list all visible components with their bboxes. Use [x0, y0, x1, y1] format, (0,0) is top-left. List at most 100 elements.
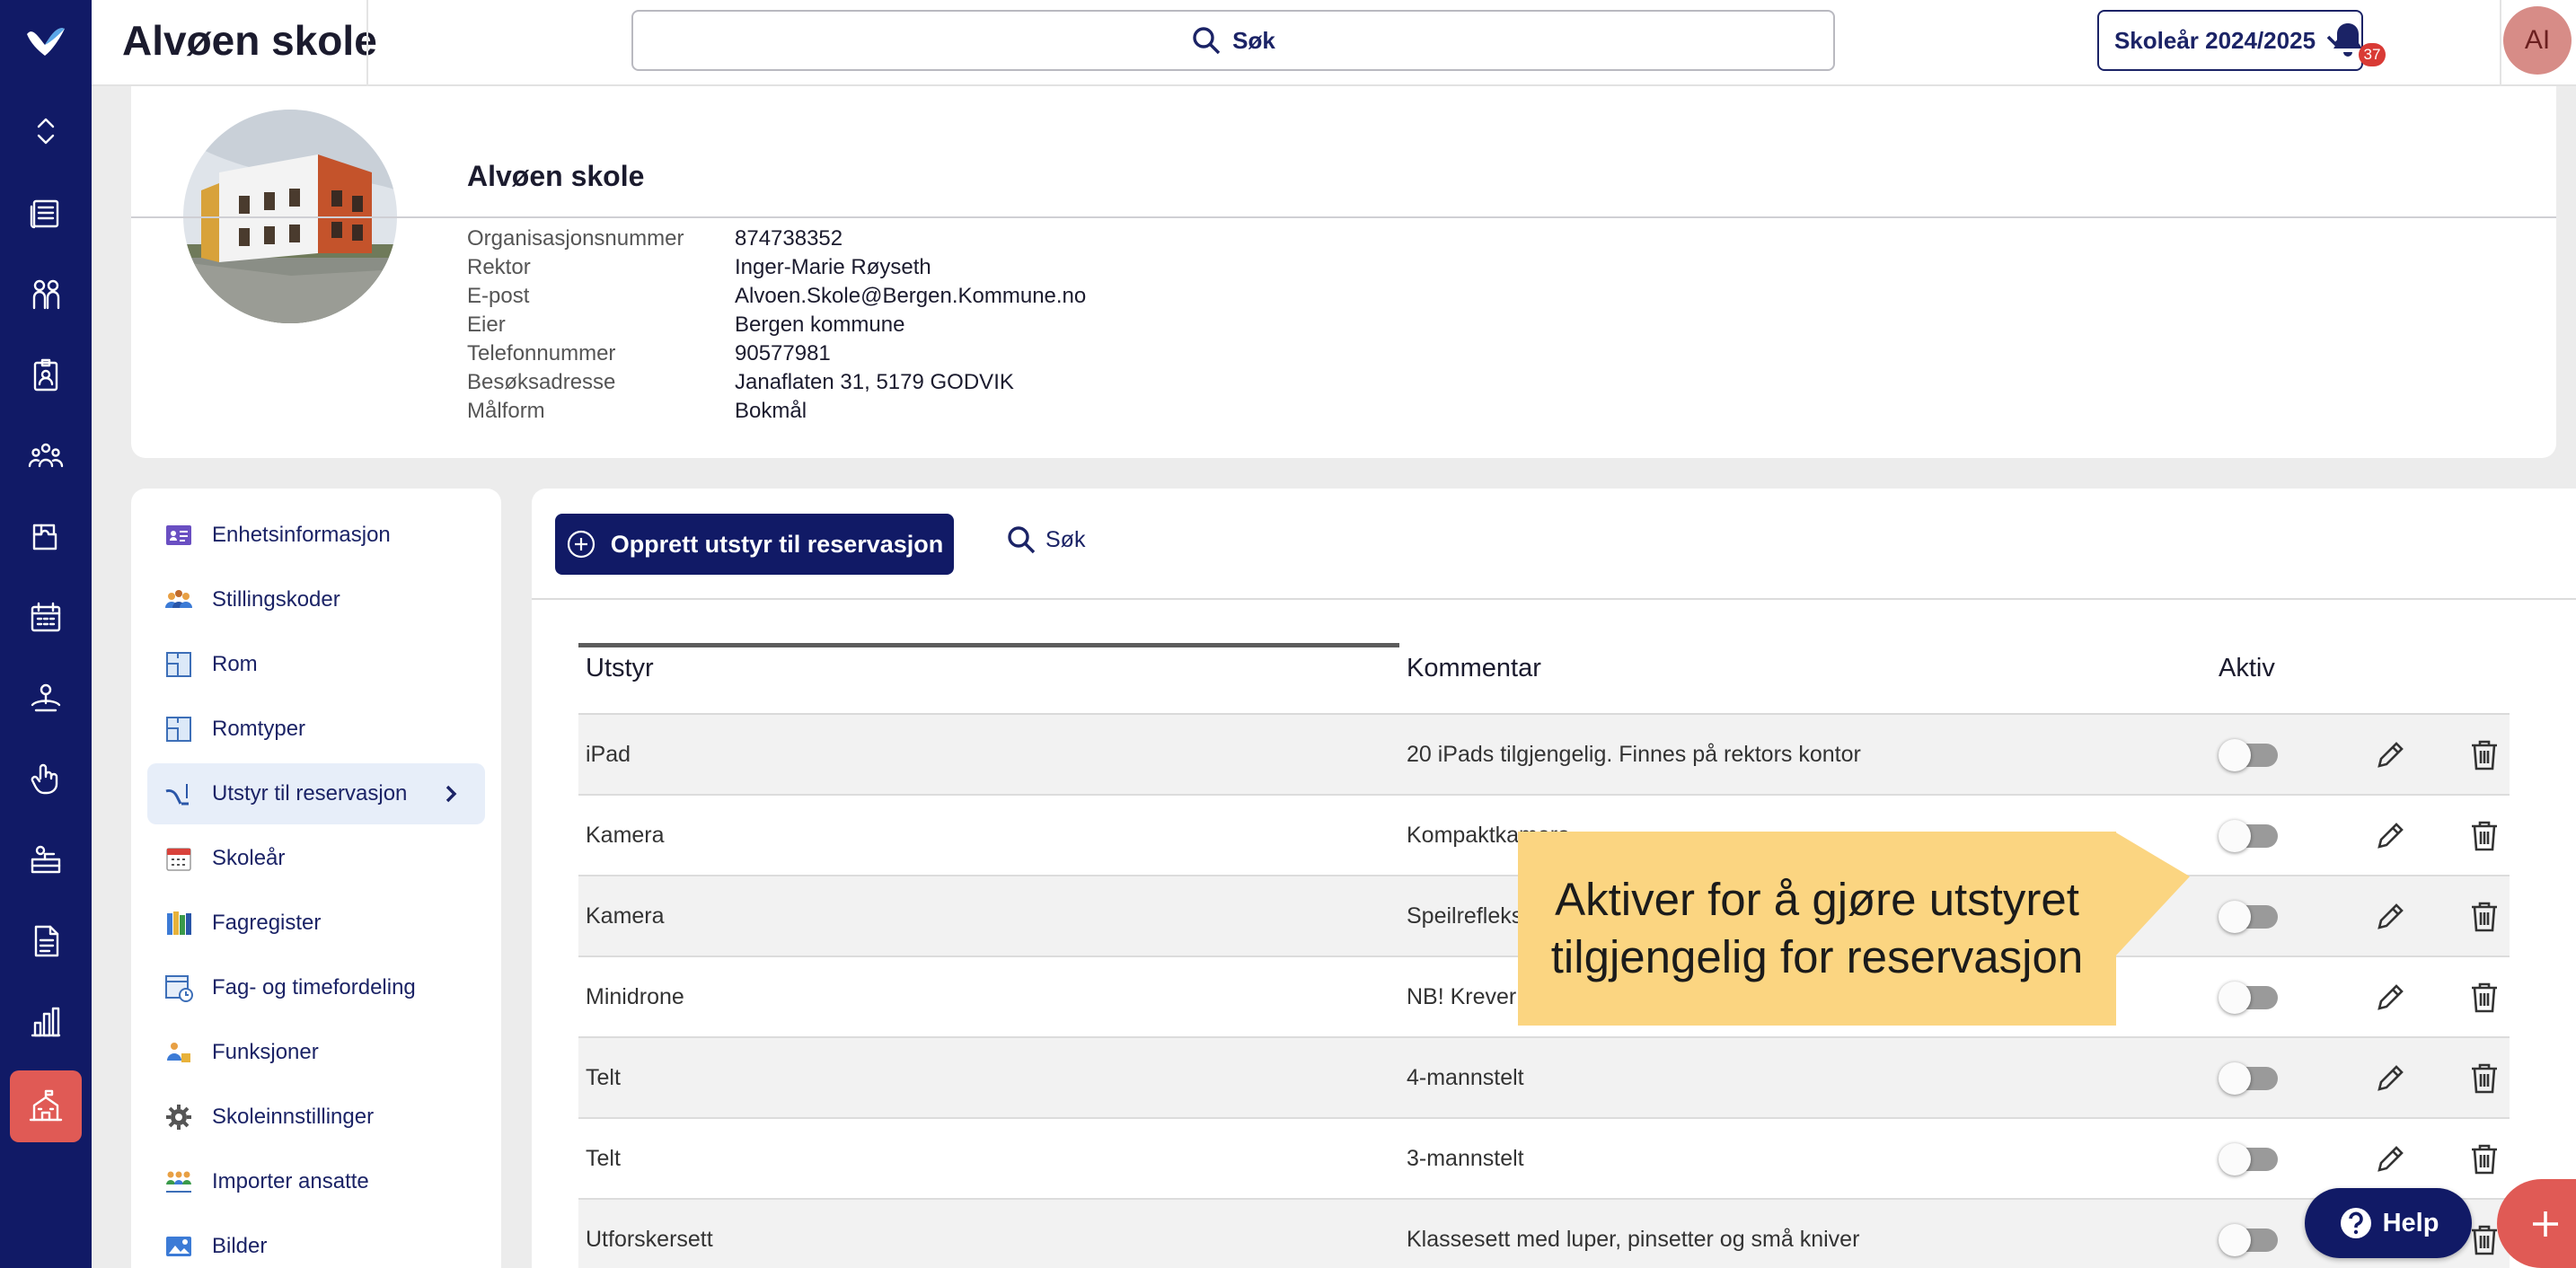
raised-hand-icon[interactable] [24, 758, 67, 801]
info-label: Rektor [467, 255, 531, 279]
divider [2500, 0, 2501, 86]
aktiv-toggle[interactable] [2219, 982, 2278, 1014]
sidenav-item-rom[interactable]: Rom [147, 634, 485, 695]
sidenav-item-label: Stillingskoder [212, 587, 340, 612]
table-row: iPad 20 iPads tilgjengelig. Finnes på re… [578, 715, 2510, 796]
cell-kommentar: Klassesett med luper, pinsetter og små k… [1407, 1227, 1860, 1252]
top-bar: Alvøen skole Søk Skoleår 2024/2025 [92, 0, 2576, 86]
sidenav-item-enhetsinformasjon[interactable]: Enhetsinformasjon [147, 505, 485, 566]
sidenav-item-stillingskoder[interactable]: Stillingskoder [147, 569, 485, 630]
edit-pencil-icon[interactable] [2373, 738, 2407, 772]
info-label: Telefonnummer [467, 341, 616, 365]
equipment-icon [163, 779, 194, 809]
cell-utstyr: Kamera [586, 823, 665, 848]
desk-icon[interactable] [24, 839, 67, 882]
sidenav-item-label: Funksjoner [212, 1040, 319, 1064]
news-icon[interactable] [24, 192, 67, 235]
sidenav-item-label: Utstyr til reservasjon [212, 781, 408, 806]
groups-icon[interactable] [24, 435, 67, 478]
badge-icon[interactable] [24, 354, 67, 397]
search-icon [1008, 526, 1036, 554]
trash-icon[interactable] [2468, 738, 2501, 772]
create-equipment-button[interactable]: Opprett utstyr til reservasjon [555, 514, 954, 575]
toggle-knob [2219, 901, 2251, 933]
sidenav-item-fagregister[interactable]: Fagregister [147, 893, 485, 954]
sidenav-item-utstyr-til-reservasjon[interactable]: Utstyr til reservasjon [147, 763, 485, 824]
info-value: Alvoen.Skole@Bergen.Kommune.no [735, 284, 1087, 308]
toggle-knob [2219, 982, 2251, 1014]
school-icon[interactable] [10, 1070, 82, 1142]
calendar-grid-icon[interactable] [24, 596, 67, 639]
divider [532, 598, 2576, 600]
people-icon[interactable] [24, 273, 67, 316]
tooltip-text-line: tilgjengelig for reservasjon [1550, 931, 2084, 982]
settings-sidenav: Enhetsinformasjon Stillingskoder Rom Rom… [131, 489, 501, 1268]
add-fab-button[interactable] [2497, 1179, 2576, 1268]
cell-kommentar: 4-mannstelt [1407, 1065, 1524, 1090]
global-search-label: Søk [1232, 26, 1275, 54]
help-button[interactable]: Help [2305, 1188, 2472, 1258]
roles-icon [163, 1037, 194, 1068]
aktiv-toggle[interactable] [2219, 820, 2278, 852]
sidenav-item-romtyper[interactable]: Romtyper [147, 699, 485, 760]
aktiv-toggle[interactable] [2219, 1224, 2278, 1256]
document-icon[interactable] [24, 920, 67, 963]
equipment-search-button[interactable]: Søk [1006, 524, 1085, 555]
trash-icon[interactable] [2468, 981, 2501, 1015]
floorplan-icon [163, 714, 194, 744]
sidenav-item-label: Skoleår [212, 846, 286, 870]
info-value: Janaflaten 31, 5179 GODVIK [735, 370, 1014, 394]
cell-utstyr: Kamera [586, 903, 665, 929]
tooltip-pointer [2114, 832, 2190, 957]
puzzle-icon[interactable] [24, 515, 67, 559]
books-icon [163, 908, 194, 938]
table-row: Telt 4-mannstelt [578, 1038, 2510, 1119]
aktiv-toggle[interactable] [2219, 739, 2278, 771]
trash-icon[interactable] [2468, 1061, 2501, 1096]
floorplan-icon [163, 649, 194, 680]
sidenav-item-label: Bilder [212, 1234, 268, 1258]
column-header-kommentar[interactable]: Kommentar [1407, 654, 1541, 683]
info-label: Besøksadresse [467, 370, 616, 394]
column-header-utstyr[interactable]: Utstyr [586, 654, 654, 683]
edit-pencil-icon[interactable] [2373, 981, 2407, 1015]
global-search-input[interactable]: Søk [631, 10, 1835, 71]
search-icon [1193, 27, 1221, 55]
trash-icon[interactable] [2468, 1142, 2501, 1176]
sidenav-item-fag-og-timefordeling[interactable]: Fag- og timefordeling [147, 957, 485, 1018]
tooltip-text-line: Aktiver for å gjøre utstyret [1555, 874, 2079, 925]
sidenav-item-skoleinnstillinger[interactable]: Skoleinnstillinger [147, 1087, 485, 1148]
info-value: Bergen kommune [735, 313, 905, 337]
sidenav-item-funksjoner[interactable]: Funksjoner [147, 1022, 485, 1083]
sidenav-item-importer-ansatte[interactable]: Importer ansatte [147, 1151, 485, 1212]
column-header-aktiv[interactable]: Aktiv [2219, 654, 2275, 683]
table-row: Telt 3-mannstelt [578, 1119, 2510, 1200]
help-label: Help [2382, 1208, 2439, 1237]
aktiv-toggle[interactable] [2219, 1143, 2278, 1176]
calendar-icon [163, 843, 194, 874]
person-lift-icon[interactable] [24, 677, 67, 720]
expand-icon[interactable] [24, 110, 67, 153]
info-label: E-post [467, 284, 530, 308]
sidenav-item-skolear[interactable]: Skoleår [147, 828, 485, 889]
bar-chart-icon[interactable] [24, 1000, 67, 1043]
info-value: Bokmål [735, 399, 807, 423]
aktiv-toggle[interactable] [2219, 1062, 2278, 1095]
trash-icon[interactable] [2468, 1223, 2501, 1257]
edit-pencil-icon[interactable] [2373, 1061, 2407, 1096]
sidenav-item-label: Skoleinnstillinger [212, 1105, 375, 1129]
trash-icon[interactable] [2468, 900, 2501, 934]
edit-pencil-icon[interactable] [2373, 1142, 2407, 1176]
user-avatar[interactable]: AI [2503, 6, 2572, 75]
cell-utstyr: Telt [586, 1146, 621, 1171]
question-circle-icon [2340, 1208, 2371, 1238]
app-logo-icon[interactable] [23, 20, 68, 61]
school-year-select[interactable]: Skoleår 2024/2025 [2097, 10, 2363, 71]
school-info-card: Alvøen skole Organisasjonsnummer 8747383… [131, 86, 2556, 458]
trash-icon[interactable] [2468, 819, 2501, 853]
edit-pencil-icon[interactable] [2373, 900, 2407, 934]
page-title: Alvøen skole [122, 17, 377, 64]
edit-pencil-icon[interactable] [2373, 819, 2407, 853]
sidenav-item-bilder[interactable]: Bilder [147, 1216, 485, 1268]
aktiv-toggle[interactable] [2219, 901, 2278, 933]
